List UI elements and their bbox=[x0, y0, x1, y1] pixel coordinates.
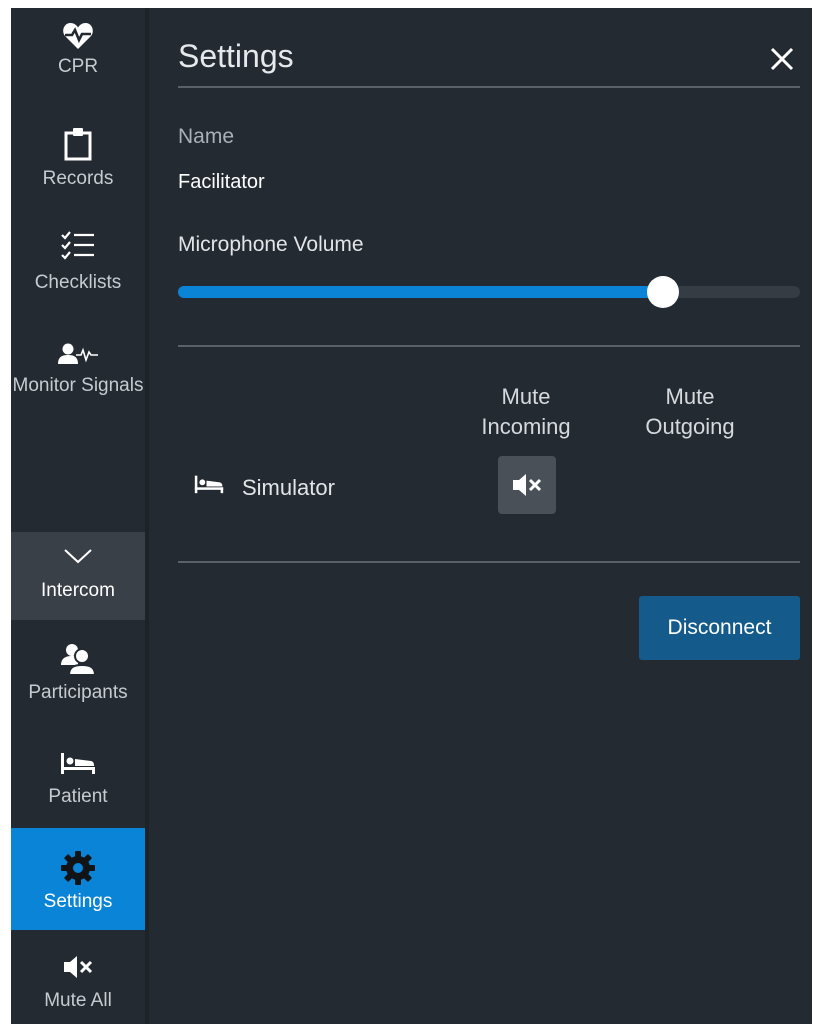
chevron-down-icon bbox=[63, 532, 93, 580]
sidebar-item-settings[interactable]: Settings bbox=[11, 828, 145, 930]
close-button[interactable] bbox=[767, 44, 797, 74]
slider-thumb[interactable] bbox=[647, 276, 680, 308]
sidebar-item-label: Checklists bbox=[34, 272, 122, 293]
speaker-mute-icon bbox=[513, 474, 542, 496]
sidebar: CPR Records Checklists Monitor Signals I… bbox=[11, 8, 145, 1024]
sidebar-item-records[interactable]: Records bbox=[11, 120, 145, 200]
sidebar-item-label: Settings bbox=[43, 891, 113, 912]
speaker-mute-icon bbox=[62, 944, 94, 990]
heart-pulse-icon bbox=[62, 16, 94, 56]
bed-icon bbox=[194, 474, 224, 499]
gear-icon bbox=[60, 845, 96, 891]
mute-incoming-button[interactable] bbox=[498, 456, 556, 514]
sidebar-item-label: Mute All bbox=[44, 990, 112, 1011]
name-label: Name bbox=[178, 125, 235, 148]
sidebar-item-intercom[interactable]: Intercom bbox=[11, 532, 145, 620]
bed-icon bbox=[60, 740, 96, 786]
sidebar-item-label: CPR bbox=[57, 56, 99, 77]
column-header-mute-incoming: Mute Incoming bbox=[481, 384, 571, 439]
participants-icon bbox=[61, 636, 95, 682]
sidebar-item-label: Monitor Signals bbox=[12, 375, 144, 396]
sidebar-item-label: Intercom bbox=[41, 580, 115, 601]
patient-monitor-icon bbox=[58, 334, 98, 374]
close-icon bbox=[770, 47, 794, 71]
sidebar-item-patient[interactable]: Patient bbox=[11, 740, 145, 820]
sidebar-item-participants[interactable]: Participants bbox=[11, 636, 145, 716]
divider bbox=[178, 345, 800, 347]
sidebar-item-monitor-signals[interactable]: Monitor Signals bbox=[11, 334, 145, 430]
microphone-volume-slider[interactable] bbox=[178, 276, 800, 308]
column-header-mute-outgoing: Mute Outgoing bbox=[645, 384, 735, 439]
sidebar-item-cpr[interactable]: CPR bbox=[11, 16, 145, 106]
sidebar-item-checklists[interactable]: Checklists bbox=[11, 220, 145, 300]
sidebar-item-label: Records bbox=[42, 168, 114, 189]
disconnect-button[interactable]: Disconnect bbox=[639, 596, 800, 660]
sidebar-item-mute-all[interactable]: Mute All bbox=[11, 944, 145, 1024]
divider bbox=[178, 561, 800, 563]
app-frame: CPR Records Checklists Monitor Signals I… bbox=[11, 8, 812, 1024]
name-value: Facilitator bbox=[178, 171, 265, 193]
divider bbox=[178, 86, 800, 88]
microphone-volume-label: Microphone Volume bbox=[178, 233, 364, 256]
page-title: Settings bbox=[178, 38, 294, 74]
sidebar-item-label: Patient bbox=[48, 786, 108, 807]
checklist-icon bbox=[61, 220, 95, 272]
slider-fill bbox=[178, 286, 664, 298]
device-name: Simulator bbox=[242, 475, 335, 500]
sidebar-item-label: Participants bbox=[28, 682, 128, 703]
clipboard-icon bbox=[64, 120, 92, 168]
sidebar-divider bbox=[145, 8, 149, 1024]
